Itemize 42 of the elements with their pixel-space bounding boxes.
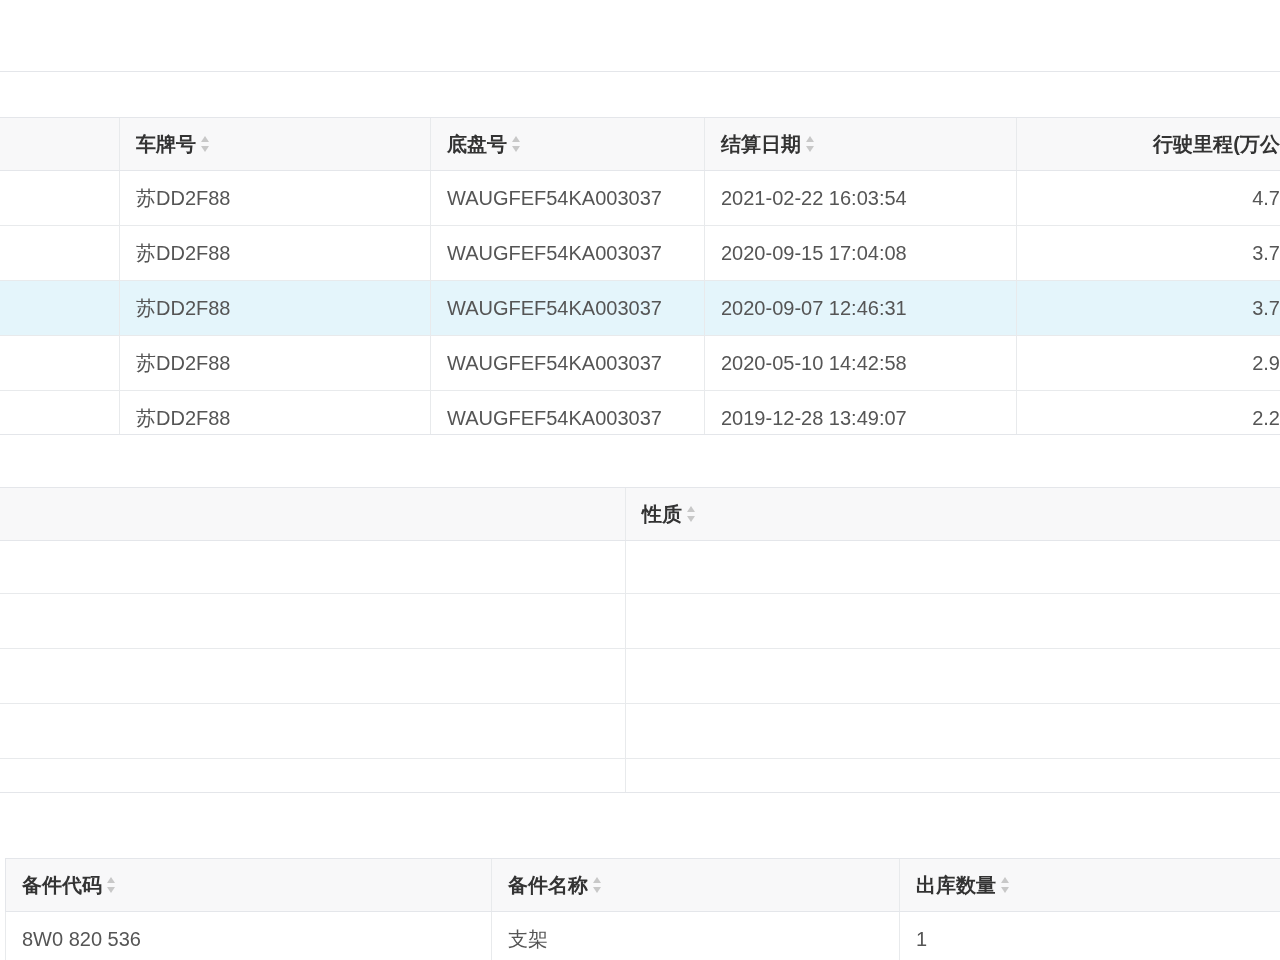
table-cell-text: 8W0 820 536 [22, 927, 141, 952]
column-header: 备件名称 [508, 873, 588, 898]
table-cell-text: 苏DD2F88 [136, 186, 231, 211]
column-header: 出库数量 [916, 873, 996, 898]
table-cell-text: WAUGFEF54KA003037 [447, 296, 662, 321]
table-cell-text: 2019-12-28 13:49:07 [721, 406, 907, 431]
column-header: 底盘号 [447, 132, 507, 157]
table-cell-text: 2021-02-22 16:03:54 [721, 186, 907, 211]
table-cell-text: 2.9 [1252, 351, 1280, 376]
table-row[interactable]: 苏DD2F88 WAUGFEF54KA003037 2021-02-22 16:03:54 4.7 [0, 171, 1280, 226]
table-cell-text: 4.7 [1252, 186, 1280, 211]
table-cell-text: 2020-09-15 17:04:08 [721, 241, 907, 266]
column-header: 车牌号 [136, 132, 196, 157]
column-header: 备件代码 [22, 873, 102, 898]
sort-icon[interactable] [592, 876, 602, 894]
table-row[interactable]: 苏DD2F88 WAUGFEF54KA003037 2020-09-07 12:46:31 3.7 [0, 281, 1280, 336]
sort-icon[interactable] [200, 135, 210, 153]
table-cell-text: 3.7 [1252, 241, 1280, 266]
table-cell-text: 1 [916, 927, 928, 952]
table-row[interactable]: 苏DD2F88 WAUGFEF54KA003037 2020-05-10 14:42:58 2.9 [0, 336, 1280, 391]
table-cell-text: 2.2 [1252, 406, 1280, 431]
table-cell-text: WAUGFEF54KA003037 [447, 406, 662, 431]
table-cell-text: WAUGFEF54KA003037 [447, 351, 662, 376]
table-cell-text: WAUGFEF54KA003037 [447, 241, 662, 266]
table-cell-text: 苏DD2F88 [136, 406, 231, 431]
table-cell-text: 2020-05-10 14:42:58 [721, 351, 907, 376]
table-cell-text: 苏DD2F88 [136, 351, 231, 376]
column-header: 性质 [642, 502, 682, 527]
sort-icon[interactable] [686, 505, 696, 523]
table-row[interactable]: 苏DD2F88 WAUGFEF54KA003037 2020-09-15 17:04:08 3.7 [0, 226, 1280, 281]
column-header: 行驶里程(万公 [1153, 132, 1280, 157]
table-cell-text: 2020-09-07 12:46:31 [721, 296, 907, 321]
table-cell-text: 支架 [508, 927, 548, 952]
sort-icon[interactable] [805, 135, 815, 153]
column-header: 结算日期 [721, 132, 801, 157]
table-cell-text: 3.7 [1252, 296, 1280, 321]
table-cell-text: WAUGFEF54KA003037 [447, 186, 662, 211]
sort-icon[interactable] [511, 135, 521, 153]
table-cell-text: 苏DD2F88 [136, 296, 231, 321]
table-cell-text: 苏DD2F88 [136, 241, 231, 266]
sort-icon[interactable] [106, 876, 116, 894]
sort-icon[interactable] [1000, 876, 1010, 894]
